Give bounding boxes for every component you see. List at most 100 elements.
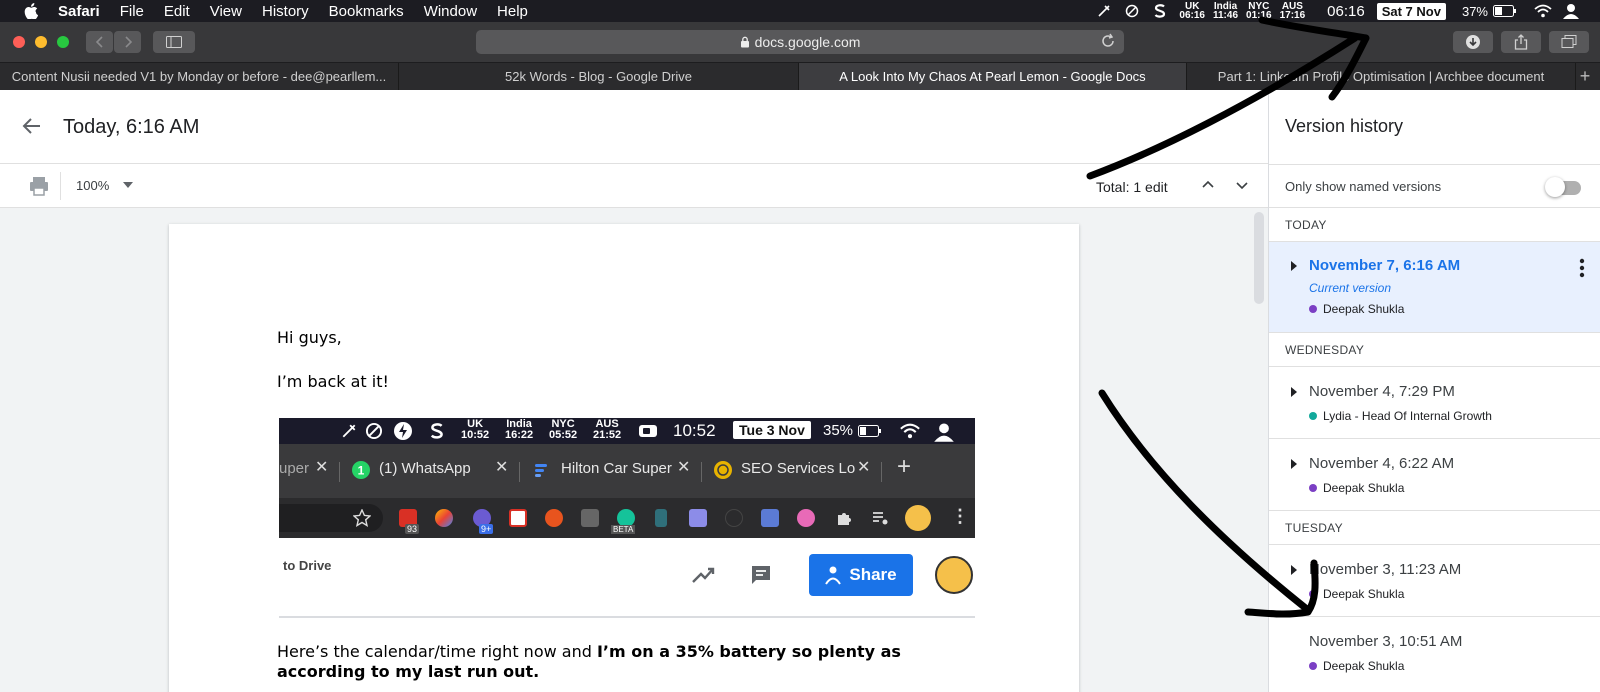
embedded-ext-circle-icon <box>725 509 743 527</box>
embedded-whatsapp-icon: 1 <box>352 461 370 479</box>
safari-toolbar: docs.google.com <box>0 22 1600 62</box>
menu-edit[interactable]: Edit <box>164 3 190 20</box>
embedded-star-icon <box>353 509 371 527</box>
embedded-do-not-disturb-icon <box>365 422 383 440</box>
menu-view[interactable]: View <box>210 3 242 20</box>
embedded-avatar <box>935 556 973 594</box>
tab-chaos-doc[interactable]: A Look Into My Chaos At Pearl Lemon - Go… <box>799 63 1187 90</box>
share-button[interactable] <box>1501 31 1541 53</box>
tab-content-nusii[interactable]: Content Nusii needed V1 by Monday or bef… <box>0 63 399 90</box>
embedded-ext-fox-icon <box>545 509 563 527</box>
version-author: Deepak Shukla <box>1309 659 1404 673</box>
caret-down-icon[interactable] <box>123 182 133 188</box>
embedded-docs-header: to Drive Share <box>279 538 975 618</box>
expand-caret-icon[interactable] <box>1291 565 1297 575</box>
current-version-label: Current version <box>1309 281 1392 295</box>
zoom-window-button[interactable] <box>57 36 69 48</box>
version-entry[interactable]: November 3, 11:23 AM Deepak Shukla <box>1269 545 1600 617</box>
embedded-chrome-tabs: uper ✕ 1 (1) WhatsApp ✕ Hilton Car Super… <box>279 444 975 498</box>
apple-logo-icon[interactable] <box>22 2 40 20</box>
named-versions-toggle[interactable] <box>1545 177 1581 197</box>
tab-52k-words[interactable]: 52k Words - Blog - Google Drive <box>399 63 799 90</box>
close-window-button[interactable] <box>13 36 25 48</box>
menu-history[interactable]: History <box>262 3 309 20</box>
expand-caret-icon[interactable] <box>1291 261 1297 271</box>
expand-caret-icon[interactable] <box>1291 387 1297 397</box>
embedded-ext-badge-9plus: 9+ <box>479 524 494 534</box>
menu-bar-time[interactable]: 06:16 <box>1327 3 1365 20</box>
menu-bar-date[interactable]: Sat 7 Nov <box>1376 2 1446 20</box>
menu-help[interactable]: Help <box>497 3 528 20</box>
version-date: November 3, 10:51 AM <box>1309 633 1463 650</box>
embedded-drive-text: to Drive <box>283 558 332 573</box>
embedded-time: 10:52 <box>673 421 716 440</box>
version-date: November 3, 11:23 AM <box>1309 561 1462 578</box>
doc-paragraph-battery: Here’s the calendar/time right now and I… <box>277 642 901 681</box>
user-account-icon[interactable] <box>1562 3 1580 19</box>
version-author: Deepak Shukla <box>1309 481 1404 495</box>
embedded-media-icon <box>873 512 888 525</box>
embedded-battery-icon <box>858 425 881 437</box>
battery-icon[interactable] <box>1492 3 1518 19</box>
tab-overview-button[interactable] <box>1549 31 1589 53</box>
document-scrollbar[interactable] <box>1251 208 1268 692</box>
print-icon[interactable] <box>28 175 50 197</box>
group-header-wednesday: WEDNESDAY <box>1269 333 1600 367</box>
embedded-trend-icon <box>692 567 715 583</box>
document-page[interactable]: Hi guys, I’m back at it! UK 10:52 India 16… <box>169 224 1079 692</box>
new-tab-button[interactable]: + <box>1576 63 1594 90</box>
address-bar-url: docs.google.com <box>754 34 861 50</box>
downloads-button[interactable] <box>1453 31 1493 53</box>
embedded-battery-percent: 35% <box>823 422 854 439</box>
battery-percent: 37% <box>1461 3 1488 19</box>
author-dot <box>1309 412 1317 420</box>
sidebar-icon <box>166 36 182 48</box>
next-edit-chevron-down-icon[interactable] <box>1234 177 1250 193</box>
minimize-window-button[interactable] <box>35 36 47 48</box>
version-entry[interactable]: November 4, 7:29 PM Lydia - Head Of Inte… <box>1269 367 1600 439</box>
embedded-close-icon: ✕ <box>677 459 691 476</box>
do-not-disturb-icon[interactable] <box>1123 3 1141 19</box>
doc-toolbar: 100% Total: 1 edit <box>0 164 1268 208</box>
address-bar[interactable]: docs.google.com <box>476 30 1124 54</box>
world-clock-aus: AUS 17:16 <box>1279 1 1306 21</box>
named-versions-filter: Only show named versions <box>1269 164 1600 208</box>
embedded-clock-india: India 16:22 <box>505 418 534 441</box>
menu-file[interactable]: File <box>120 3 144 20</box>
version-entry[interactable]: November 7, 6:16 AM Current version Deep… <box>1269 242 1600 333</box>
tab-linkedin-archbee[interactable]: Part 1: LinkedIn Profile Optimisation | … <box>1187 63 1576 90</box>
more-vert-icon[interactable] <box>1579 258 1585 278</box>
back-button[interactable] <box>86 31 113 53</box>
embedded-ext-mail-icon <box>689 509 707 527</box>
tools-icon[interactable] <box>1095 3 1113 19</box>
embedded-omnibox-area: 93 9+ BETA ⋮ <box>279 498 975 538</box>
embedded-tab-divider <box>701 462 702 482</box>
group-header-tuesday: TUESDAY <box>1269 511 1600 545</box>
wifi-icon[interactable] <box>1534 3 1552 19</box>
embedded-puzzle-icon <box>838 513 851 525</box>
skype-s-icon[interactable] <box>1151 3 1169 19</box>
menu-window[interactable]: Window <box>424 3 477 20</box>
embedded-tab-hilton: Hilton Car Super <box>561 460 672 477</box>
embedded-tab-partial: uper <box>279 460 310 477</box>
embedded-clock-nyc: NYC 05:52 <box>549 418 578 441</box>
embedded-wifi-icon <box>900 423 920 439</box>
zoom-select[interactable]: 100% <box>76 178 109 193</box>
version-date: November 7, 6:16 AM <box>1309 257 1461 274</box>
scrollbar-thumb[interactable] <box>1254 212 1264 304</box>
version-author: Deepak Shukla <box>1309 587 1404 601</box>
expand-caret-icon[interactable] <box>1291 459 1297 469</box>
previous-edit-chevron-up-icon[interactable] <box>1200 177 1216 193</box>
embedded-clock-uk: UK 10:52 <box>461 418 490 441</box>
menu-app-name[interactable]: Safari <box>58 3 100 20</box>
back-arrow-icon[interactable] <box>20 114 44 138</box>
reload-icon[interactable] <box>1100 33 1116 49</box>
forward-button[interactable] <box>114 31 141 53</box>
sidebar-toggle-button[interactable] <box>153 31 195 53</box>
version-entry[interactable]: November 3, 10:51 AM Deepak Shukla <box>1269 617 1600 692</box>
embedded-ext-house-icon <box>581 509 599 527</box>
menu-bookmarks[interactable]: Bookmarks <box>329 3 404 20</box>
document-canvas: Hi guys, I’m back at it! UK 10:52 India 16… <box>0 208 1268 692</box>
version-entry[interactable]: November 4, 6:22 AM Deepak Shukla <box>1269 439 1600 511</box>
embedded-tab-divider <box>519 462 520 482</box>
